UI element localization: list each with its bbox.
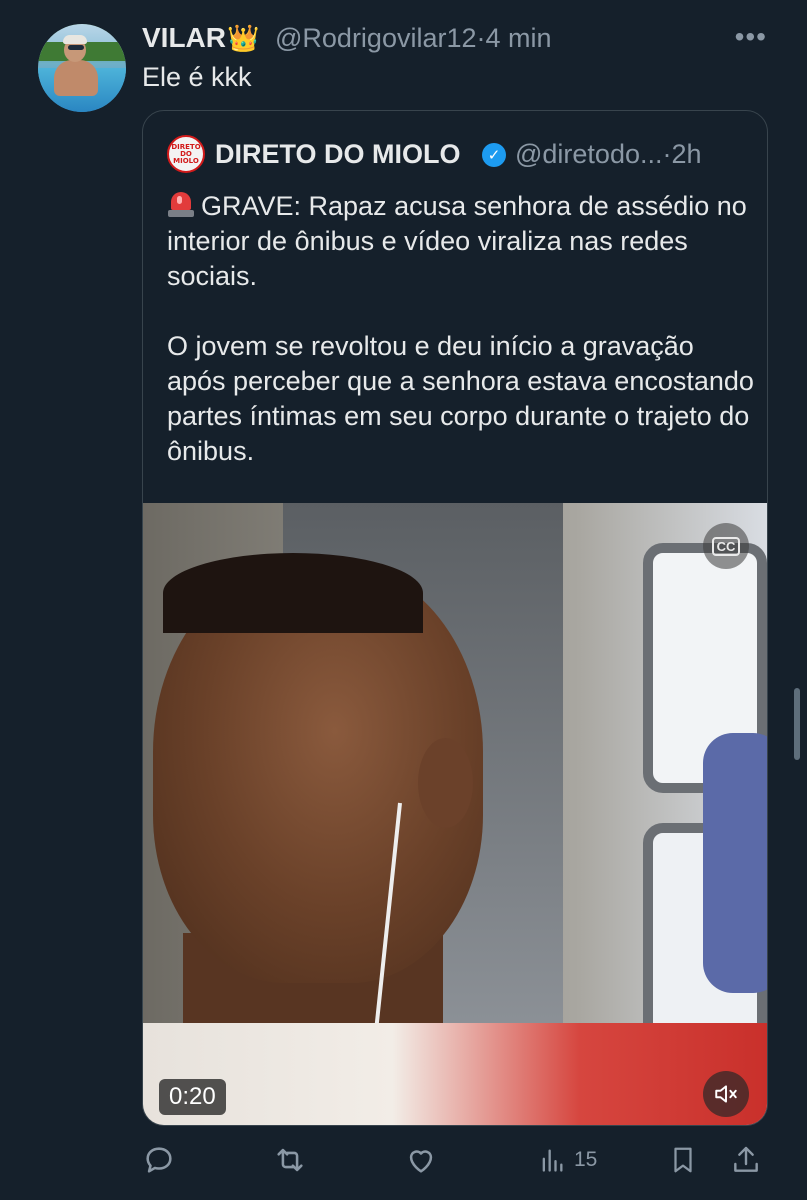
video-duration: 0:20 bbox=[159, 1079, 226, 1115]
author-avatar[interactable] bbox=[38, 24, 126, 112]
tweet-time[interactable]: 4 min bbox=[486, 23, 552, 53]
views-icon bbox=[542, 1149, 563, 1172]
reply-icon bbox=[146, 1147, 172, 1173]
tweet-text: Ele é kkk bbox=[142, 62, 252, 92]
quoted-paragraph-1: GRAVE: Rapaz acusa senhora de assédio no… bbox=[167, 189, 757, 294]
quoted-tweet[interactable]: DIRETO DO MIOLO DIRETO DO MIOLO ✓ @diret… bbox=[142, 110, 768, 1126]
more-icon[interactable]: ••• bbox=[735, 22, 767, 52]
avatar-glasses bbox=[68, 45, 84, 50]
video-background-person bbox=[703, 733, 767, 993]
meta-separator: · bbox=[476, 23, 486, 53]
mute-icon-svg bbox=[715, 1085, 737, 1103]
quoted-paragraph-1-text: GRAVE: Rapaz acusa senhora de assédio no… bbox=[167, 191, 747, 291]
video-player[interactable]: CC 0:20 bbox=[143, 503, 767, 1125]
quoted-avatar[interactable]: DIRETO DO MIOLO bbox=[167, 135, 205, 173]
captions-off-icon[interactable]: CC bbox=[703, 523, 749, 569]
views-button[interactable]: 15 bbox=[538, 1138, 597, 1182]
like-button[interactable] bbox=[404, 1138, 438, 1182]
quoted-time[interactable]: 2h bbox=[672, 139, 702, 169]
author-handle[interactable]: @Rodrigovilar12 bbox=[275, 23, 477, 53]
quoted-handle[interactable]: @diretodo... bbox=[515, 139, 663, 169]
retweet-icon bbox=[277, 1148, 303, 1172]
siren-icon bbox=[167, 189, 195, 219]
captions-label: CC bbox=[711, 536, 741, 556]
share-icon bbox=[734, 1146, 758, 1172]
quoted-meta-separator: · bbox=[662, 139, 672, 169]
quoted-author-name[interactable]: DIRETO DO MIOLO bbox=[215, 137, 461, 171]
video-shirt bbox=[143, 1023, 767, 1125]
action-bar: 15 bbox=[142, 1138, 766, 1182]
bookmark-button[interactable] bbox=[668, 1138, 698, 1182]
retweet-button[interactable] bbox=[272, 1138, 308, 1182]
scrollbar[interactable] bbox=[794, 688, 800, 760]
views-count: 15 bbox=[574, 1148, 598, 1171]
video-ear bbox=[418, 738, 473, 828]
crown-emoji: 👑 bbox=[227, 23, 260, 53]
mute-icon[interactable] bbox=[703, 1071, 749, 1117]
reply-button[interactable] bbox=[142, 1138, 176, 1182]
quoted-avatar-logo-text: DIRETO DO MIOLO bbox=[171, 142, 201, 165]
avatar-torso bbox=[54, 60, 98, 96]
author-name[interactable]: VILAR bbox=[142, 20, 226, 56]
tweet-meta: @Rodrigovilar12·4 min bbox=[275, 20, 552, 56]
quoted-text: GRAVE: Rapaz acusa senhora de assédio no… bbox=[167, 189, 757, 469]
like-icon bbox=[409, 1150, 433, 1173]
quoted-paragraph-2: O jovem se revoltou e deu início a grava… bbox=[167, 331, 754, 466]
bookmark-icon bbox=[674, 1147, 692, 1173]
quoted-meta: @diretodo...·2h bbox=[515, 137, 702, 171]
avatar-hair bbox=[63, 35, 87, 44]
verified-icon: ✓ bbox=[482, 143, 506, 167]
share-button[interactable] bbox=[730, 1138, 762, 1182]
video-hair bbox=[163, 553, 423, 633]
